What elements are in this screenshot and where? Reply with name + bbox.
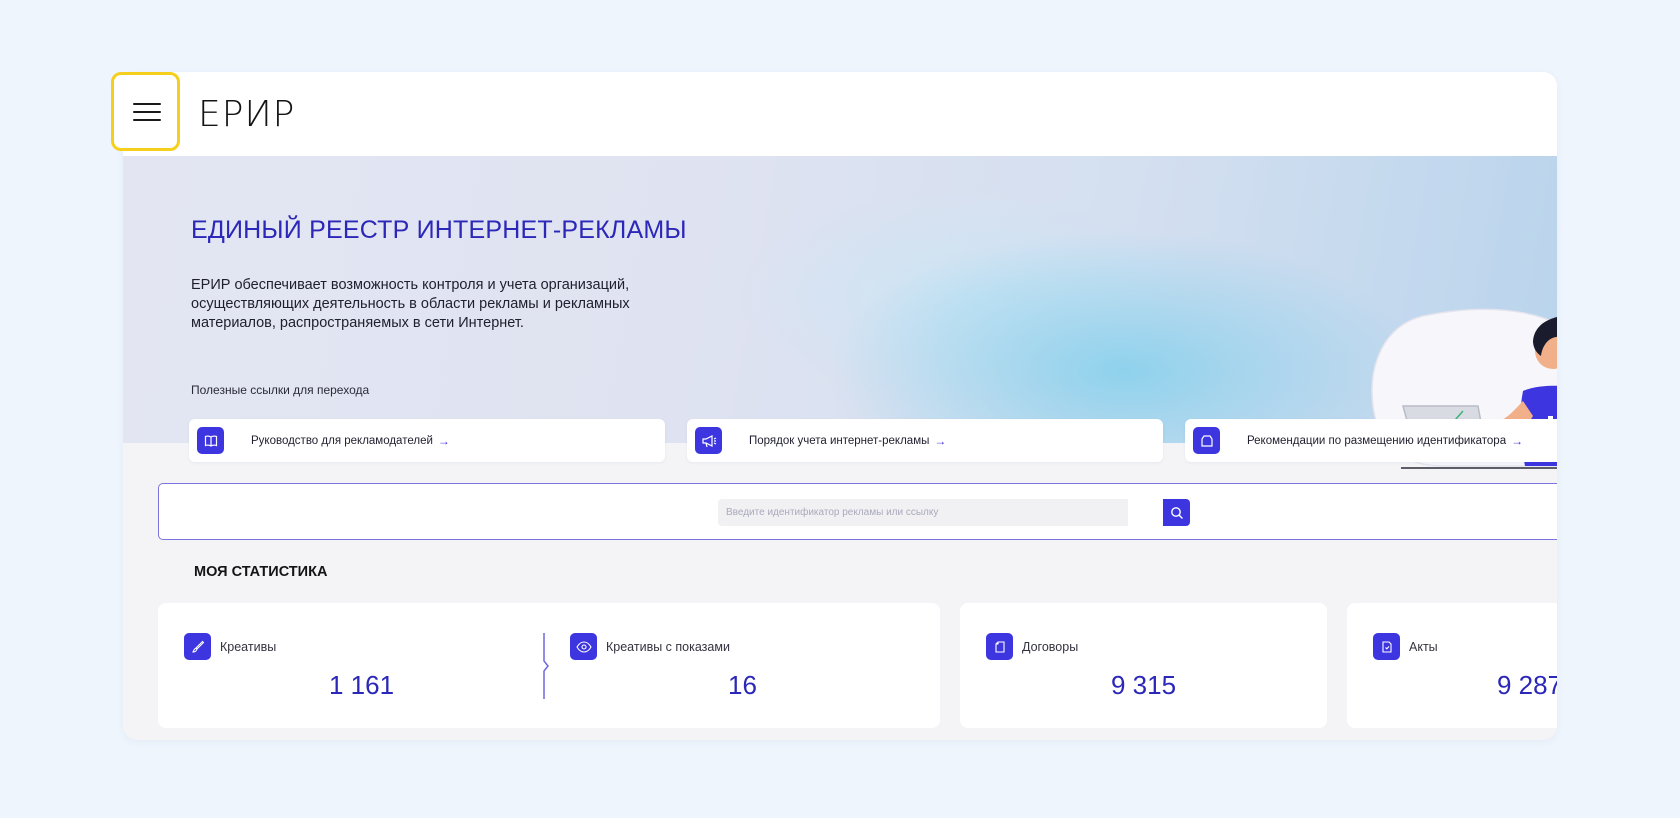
menu-line xyxy=(133,119,161,121)
stat-label: Креативы с показами xyxy=(606,640,730,654)
menu-line xyxy=(133,103,161,105)
page-title: ЕДИНЫЙ РЕЕСТР ИНТЕРНЕТ-РЕКЛАМЫ xyxy=(191,216,687,244)
stat-label: Креативы xyxy=(220,640,277,654)
hero-banner: ЕДИНЫЙ РЕЕСТР ИНТЕРНЕТ-РЕКЛАМЫ ЕРИР обес… xyxy=(123,156,1557,469)
hamburger-menu-icon[interactable] xyxy=(133,101,161,123)
brush-icon xyxy=(184,633,211,660)
tag-icon xyxy=(1193,427,1220,454)
link-label: Рекомендации по размещению идентификатор… xyxy=(1247,434,1507,447)
file-check-icon xyxy=(1373,633,1400,660)
statistics-title: МОЯ СТАТИСТИКА xyxy=(194,564,328,580)
stat-label: Договоры xyxy=(1022,640,1079,654)
logo[interactable]: ЕРИР xyxy=(198,94,295,135)
main-panel: ЕРИР ЕДИНЫЙ РЕЕСТР ИНТЕРНЕТ-РЕКЛАМЫ ЕРИР… xyxy=(123,72,1557,740)
arrow-right-icon: → xyxy=(934,433,947,448)
search-button[interactable] xyxy=(1163,499,1190,526)
link-ad-accounting[interactable]: Порядок учета интернет-рекламы → xyxy=(687,419,1163,462)
search-icon xyxy=(1170,506,1183,519)
link-identifier-recommendations[interactable]: Рекомендации по размещению идентификатор… xyxy=(1185,419,1557,462)
book-icon xyxy=(197,427,224,454)
document-icon xyxy=(986,633,1013,660)
menu-line xyxy=(133,111,161,113)
stat-card-creatives: Креативы 1 161 Креативы с показами 16 xyxy=(158,603,940,728)
stat-label: Акты xyxy=(1409,640,1438,654)
stat-value: 16 xyxy=(728,670,757,700)
hero-description: ЕРИР обеспечивает возможность контроля и… xyxy=(191,277,630,331)
eye-icon xyxy=(570,633,597,660)
arrow-right-icon: → xyxy=(1511,433,1524,448)
stat-card-contracts: Договоры 9 315 xyxy=(960,603,1327,728)
divider xyxy=(543,633,549,699)
top-bar: ЕРИР xyxy=(123,72,1557,156)
search-input[interactable] xyxy=(718,499,1128,526)
link-label: Порядок учета интернет-рекламы xyxy=(749,434,930,447)
arrow-right-icon: → xyxy=(437,433,450,448)
search-panel xyxy=(158,483,1557,540)
stat-value: 9 315 xyxy=(1111,670,1177,700)
link-label: Руководство для рекламодателей xyxy=(251,434,433,447)
link-advertiser-guide[interactable]: Руководство для рекламодателей → xyxy=(189,419,665,462)
stat-value: 1 161 xyxy=(329,670,395,700)
useful-links-caption: Полезные ссылки для перехода xyxy=(191,383,370,397)
stat-card-acts: Акты 9 287 xyxy=(1347,603,1557,728)
megaphone-icon xyxy=(695,427,722,454)
stat-value: 9 287 xyxy=(1497,670,1557,700)
